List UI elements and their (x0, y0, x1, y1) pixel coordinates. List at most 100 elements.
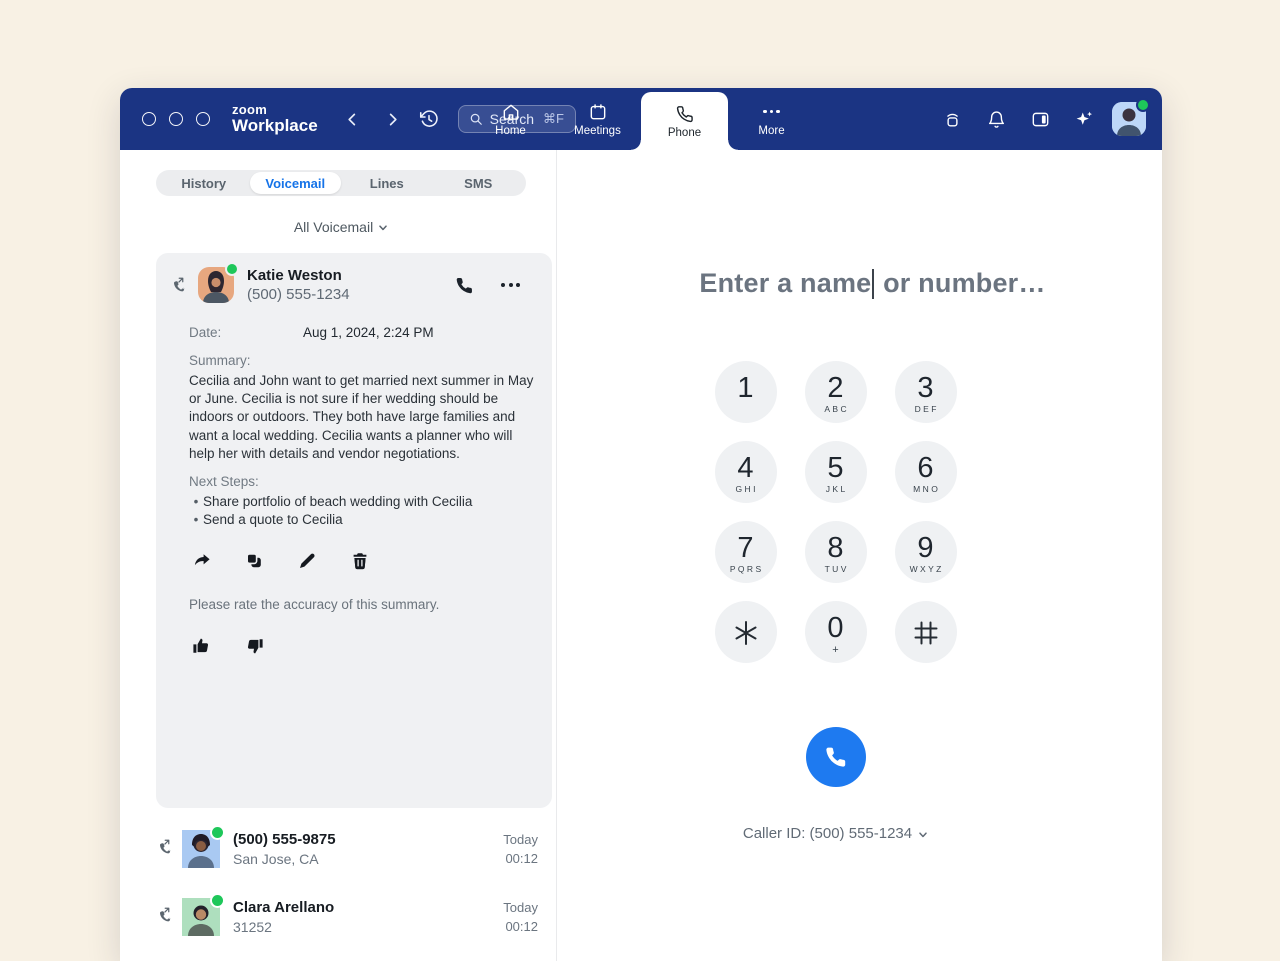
main-nav: Home Meetings Phone More (467, 88, 815, 150)
call-list-item[interactable]: Clara Arellano 31252 Today 00:12 (156, 888, 552, 946)
sidebar-toggle-button[interactable] (1024, 103, 1056, 135)
dialpad: 1 2 ABC 3 DEF 4 GHI (715, 361, 957, 663)
rate-prompt: Please rate the accuracy of this summary… (189, 597, 532, 612)
edit-button[interactable] (297, 551, 317, 571)
forward-button[interactable] (380, 106, 406, 132)
more-options-button[interactable] (501, 283, 520, 287)
dialpad-key-4[interactable]: 4 GHI (715, 441, 777, 503)
tab-more-label: More (758, 125, 784, 137)
copy-button[interactable] (244, 551, 264, 571)
dialpad-key-8[interactable]: 8 TUV (805, 521, 867, 583)
call-item-duration: 00:12 (503, 917, 538, 936)
dial-input-placeholder: Enter a name (699, 268, 871, 299)
voicemail-filter-dropdown[interactable]: All Voicemail (156, 217, 526, 237)
tab-home[interactable]: Home (467, 88, 554, 150)
tab-meetings[interactable]: Meetings (554, 88, 641, 150)
summary-text: Cecilia and John want to get married nex… (189, 372, 534, 463)
dialpad-key-6[interactable]: 6 MNO (895, 441, 957, 503)
dial-input-placeholder: or number… (875, 268, 1045, 299)
presence-dot (212, 827, 223, 838)
thumbs-down-icon (245, 636, 265, 656)
window-control-close-icon[interactable] (142, 112, 156, 126)
caller-id-dropdown[interactable]: Caller ID: (500) 555-1234 (743, 825, 928, 842)
tab-phone[interactable]: Phone (641, 92, 728, 150)
thumbs-up-button[interactable] (191, 636, 211, 656)
call-item-date: Today (503, 898, 538, 917)
call-back-button[interactable] (454, 275, 475, 296)
summary-label: Summary: (189, 353, 532, 368)
window-control-minimize-icon[interactable] (169, 112, 183, 126)
tab-history[interactable]: History (158, 172, 250, 194)
app-window: zoom Workplace Search ⌘F Home Meetings (120, 88, 1162, 961)
dialpad-key-pound[interactable] (895, 601, 957, 663)
date-label: Date: (189, 325, 303, 340)
device-icon (942, 109, 963, 130)
trash-icon (350, 551, 370, 571)
voicemail-contact-name: Katie Weston (247, 267, 350, 284)
tab-sms[interactable]: SMS (433, 172, 525, 194)
home-icon (501, 102, 521, 122)
call-item-subtitle: 31252 (233, 919, 334, 935)
tab-lines[interactable]: Lines (341, 172, 433, 194)
contact-avatar (182, 830, 220, 868)
call-list-item[interactable]: (500) 555-9875 San Jose, CA Today 00:12 (156, 820, 552, 878)
titlebar: zoom Workplace Search ⌘F Home Meetings (120, 88, 1162, 150)
tab-more[interactable]: More (728, 88, 815, 150)
logo-workplace: Workplace (232, 117, 318, 135)
tab-voicemail[interactable]: Voicemail (250, 172, 342, 194)
phone-icon (675, 104, 695, 124)
date-value: Aug 1, 2024, 2:24 PM (303, 325, 434, 340)
calendar-icon (588, 102, 608, 122)
pencil-icon (297, 551, 317, 571)
logo-zoom: zoom (232, 103, 318, 117)
share-button[interactable] (191, 551, 211, 571)
call-item-date: Today (503, 830, 538, 849)
dial-number-input[interactable]: Enter a name or number… (699, 268, 1045, 299)
contact-avatar (182, 898, 220, 936)
dialpad-key-3[interactable]: 3 DEF (895, 361, 957, 423)
call-item-subtitle: San Jose, CA (233, 851, 336, 867)
dialpad-key-2[interactable]: 2 ABC (805, 361, 867, 423)
next-step-item: •Share portfolio of beach wedding with C… (189, 493, 532, 511)
voicemail-card[interactable]: Katie Weston (500) 555-1234 Dat (156, 253, 552, 808)
dialpad-key-7[interactable]: 7 PQRS (715, 521, 777, 583)
dialpad-key-star[interactable] (715, 601, 777, 663)
back-button[interactable] (340, 106, 366, 132)
dialpad-key-1[interactable]: 1 (715, 361, 777, 423)
window-controls (142, 112, 210, 126)
tab-meetings-label: Meetings (574, 125, 621, 137)
tab-phone-label: Phone (668, 127, 701, 139)
pound-key-icon (911, 618, 941, 648)
next-step-text: Send a quote to Cecilia (203, 511, 343, 529)
text-cursor (872, 269, 874, 299)
call-list-item[interactable] (156, 954, 552, 961)
bell-icon (986, 109, 1007, 130)
next-step-item: •Send a quote to Cecilia (189, 511, 532, 529)
next-steps-label: Next Steps: (189, 474, 532, 489)
phone-sidebar: History Voicemail Lines SMS All Voicemai… (120, 150, 557, 961)
thumbs-up-icon (191, 636, 211, 656)
dialpad-key-0[interactable]: 0 + (805, 601, 867, 663)
call-button[interactable] (806, 727, 866, 787)
next-step-text: Share portfolio of beach wedding with Ce… (203, 493, 472, 511)
share-icon (191, 551, 211, 571)
more-dots-icon (763, 102, 780, 122)
app-logo: zoom Workplace (232, 103, 318, 134)
history-button[interactable] (414, 104, 444, 134)
bullet: • (189, 493, 203, 511)
star-key-icon (731, 618, 761, 648)
window-control-zoom-icon[interactable] (196, 112, 210, 126)
contact-avatar (198, 267, 234, 303)
presence-dot (227, 264, 237, 274)
dialpad-key-9[interactable]: 9 WXYZ (895, 521, 957, 583)
dialer-pane: Enter a name or number… 1 2 ABC 3 (557, 150, 1162, 961)
thumbs-down-button[interactable] (245, 636, 265, 656)
caret-down-icon (378, 223, 388, 233)
delete-button[interactable] (350, 551, 370, 571)
call-item-name: (500) 555-9875 (233, 831, 336, 848)
ai-companion-button[interactable] (1068, 103, 1100, 135)
user-avatar[interactable] (1112, 102, 1146, 136)
device-button[interactable] (936, 103, 968, 135)
notifications-button[interactable] (980, 103, 1012, 135)
dialpad-key-5[interactable]: 5 JKL (805, 441, 867, 503)
